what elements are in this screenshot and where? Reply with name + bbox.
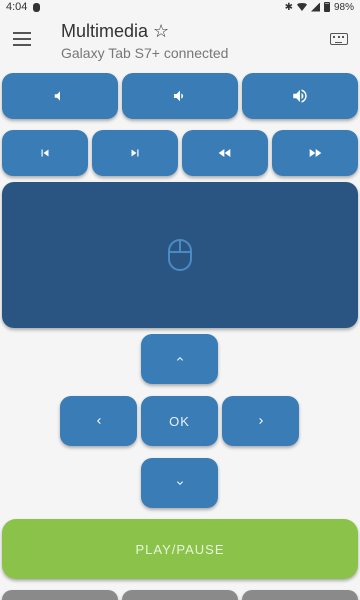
skip-next-icon xyxy=(131,149,139,157)
bottom-button-1[interactable] xyxy=(2,590,118,600)
menu-icon[interactable] xyxy=(13,32,31,46)
connection-status: Galaxy Tab S7+ connected xyxy=(61,45,229,61)
dpad-right-button[interactable] xyxy=(222,396,299,446)
chevron-left-icon xyxy=(96,418,101,424)
bottom-button-3[interactable] xyxy=(242,590,358,600)
app-bar: Multimedia ☆ Galaxy Tab S7+ connected xyxy=(0,14,360,64)
chevron-right-icon xyxy=(258,418,263,424)
bluetooth-icon: ✱ xyxy=(284,1,293,13)
chevron-up-icon xyxy=(176,357,183,361)
signal-icon xyxy=(310,2,320,12)
volume-down-button[interactable] xyxy=(122,73,238,119)
page-title: Multimedia ☆ xyxy=(61,21,170,41)
battery-icon xyxy=(323,2,330,12)
mouse-icon xyxy=(168,239,192,271)
status-bar: 4:04 ✱ 98% xyxy=(0,0,360,14)
header-titles: Multimedia ☆ Galaxy Tab S7+ connected xyxy=(61,21,228,61)
play-pause-label: PLAY/PAUSE xyxy=(135,541,225,557)
dpad-down-button[interactable] xyxy=(141,458,218,508)
chevron-down-icon xyxy=(176,481,183,485)
play-pause-button[interactable]: PLAY/PAUSE xyxy=(2,519,358,579)
rewind-button[interactable] xyxy=(182,130,268,176)
volume-down-icon xyxy=(174,90,183,102)
bottom-button-2[interactable] xyxy=(122,590,238,600)
touchpad[interactable] xyxy=(2,182,358,328)
fast-forward-icon xyxy=(309,149,322,157)
dpad-left-button[interactable] xyxy=(60,396,137,446)
dpad-ok-button[interactable]: OK xyxy=(141,396,218,446)
skip-previous-icon xyxy=(41,149,49,157)
notification-icon xyxy=(33,2,41,12)
volume-up-icon xyxy=(293,89,307,103)
dpad-up-button[interactable] xyxy=(141,334,218,384)
skip-previous-button[interactable] xyxy=(2,130,88,176)
skip-next-button[interactable] xyxy=(92,130,178,176)
keyboard-icon[interactable] xyxy=(330,33,348,45)
volume-up-button[interactable] xyxy=(242,73,358,119)
ok-label: OK xyxy=(169,413,190,429)
rewind-icon xyxy=(218,149,231,157)
fast-forward-button[interactable] xyxy=(272,130,358,176)
volume-mute-icon xyxy=(54,91,60,101)
status-time: 4:04 xyxy=(6,1,28,13)
battery-level: 98% xyxy=(333,1,354,13)
wifi-icon xyxy=(296,3,307,11)
volume-mute-button[interactable] xyxy=(2,73,118,119)
